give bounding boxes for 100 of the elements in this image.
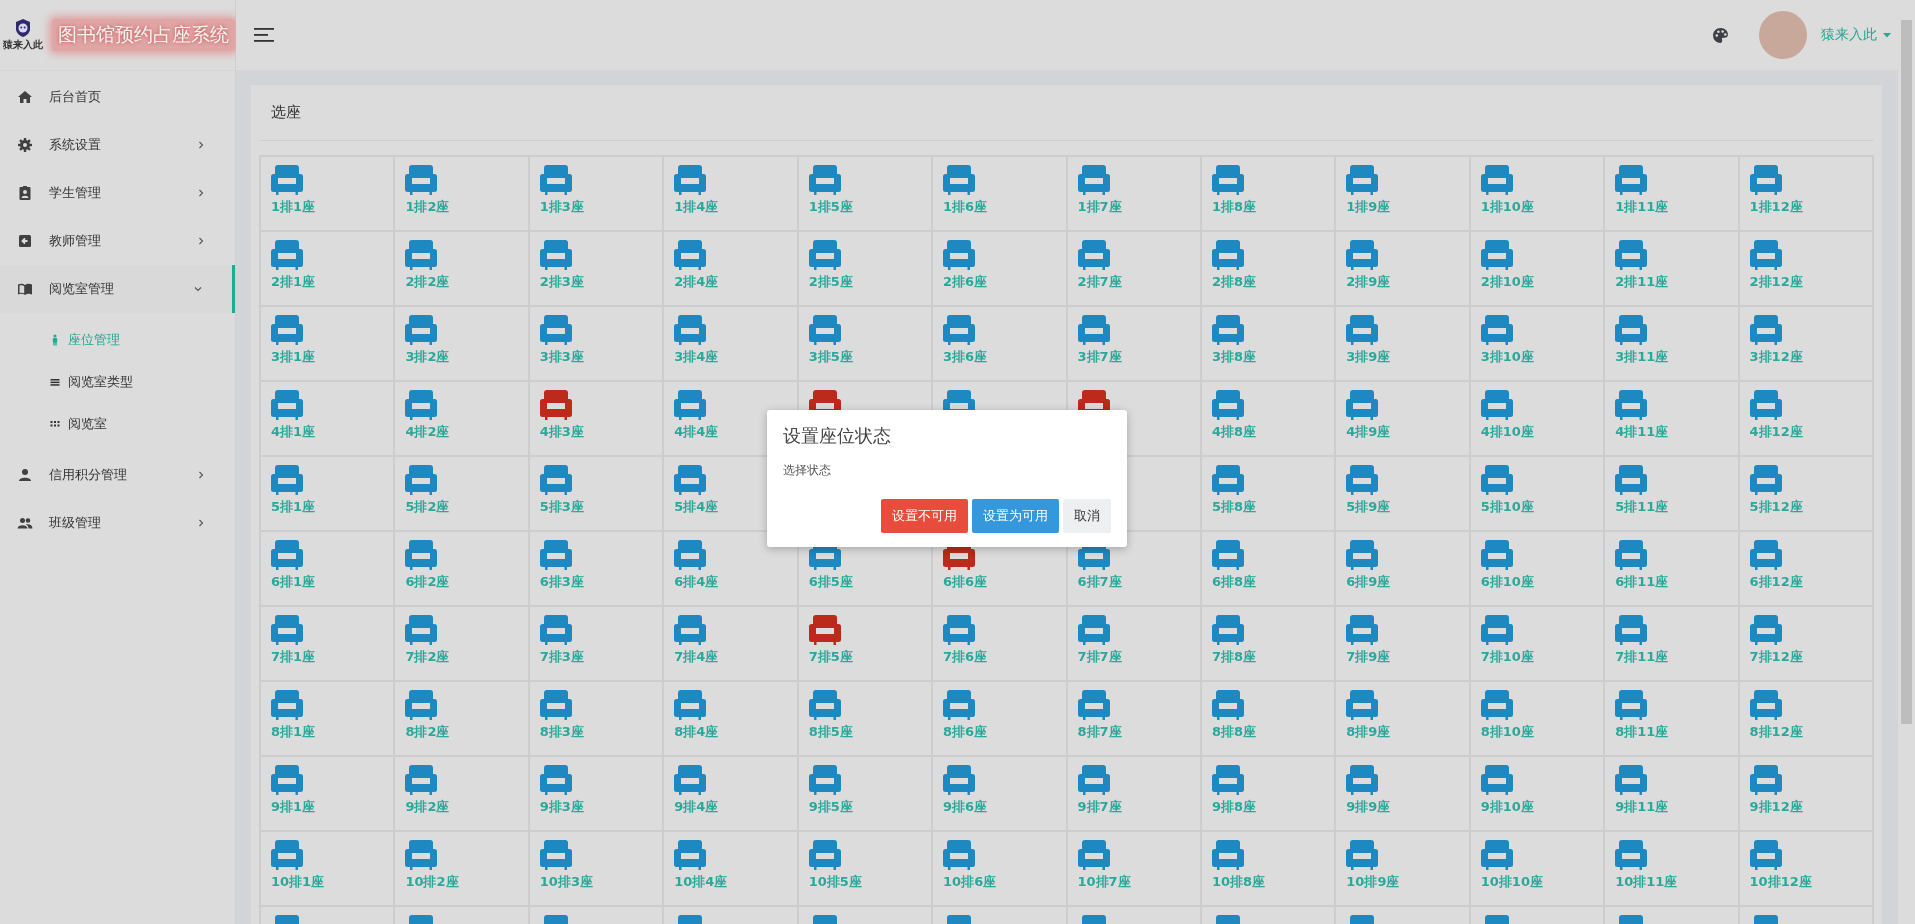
seat-cell[interactable]: 8排3座 [529,682,665,757]
seat-cell[interactable]: 1排5座 [798,157,934,232]
seat-cell[interactable]: 9排4座 [664,757,799,832]
seat-cell[interactable]: 2排3座 [529,232,665,307]
seat-cell[interactable]: 6排12座 [1739,532,1874,607]
seat-cell[interactable]: 2排12座 [1739,232,1874,307]
palette-icon[interactable] [1712,26,1729,44]
seat-cell[interactable]: 5排8座 [1201,457,1337,532]
seat-cell[interactable]: 4排8座 [1201,382,1337,457]
seat-cell[interactable]: 10排2座 [395,832,530,907]
seat-cell[interactable]: 3排3座 [529,307,665,382]
seat-cell[interactable]: 4排3座 [529,382,665,457]
danger-button[interactable]: 设置不可用 [881,499,968,533]
seat-cell[interactable]: 1排1座 [261,157,396,232]
seat-cell[interactable]: 9排10座 [1470,757,1606,832]
seat-cell[interactable]: 7排4座 [664,607,799,682]
menu-icon[interactable] [254,28,274,42]
seat-cell[interactable]: 3排1座 [261,307,396,382]
seat-cell[interactable]: 1排12座 [1739,157,1874,232]
seat-cell[interactable]: 5排10座 [1470,457,1606,532]
seat-cell[interactable]: 1排8座 [1201,157,1337,232]
cancel-button[interactable]: 取消 [1063,499,1111,533]
seat-cell[interactable]: 10排1座 [261,832,396,907]
seat-cell[interactable]: 1排7座 [1067,157,1202,232]
seat-cell[interactable]: 1排10座 [1470,157,1606,232]
seat-cell[interactable]: 5排1座 [261,457,396,532]
seat-cell[interactable]: 7排8座 [1201,607,1337,682]
seat-cell[interactable]: 10排5座 [798,832,934,907]
seat-cell[interactable]: 7排2座 [395,607,530,682]
seat-cell[interactable]: 3排10座 [1470,307,1606,382]
seat-cell[interactable]: 5排9座 [1336,457,1471,532]
seat-cell[interactable]: 5排3座 [529,457,665,532]
submenu-item[interactable]: 阅览室 [0,403,235,445]
user-menu[interactable]: 猿来入此 [1821,26,1891,44]
seat-cell[interactable]: 8排11座 [1605,682,1740,757]
seat-cell[interactable]: 10排10座 [1470,832,1606,907]
seat-cell[interactable]: 2排6座 [933,232,1068,307]
seat-cell[interactable]: 2排5座 [798,232,934,307]
seat-cell[interactable]: 7排5座 [798,607,934,682]
sidebar-item[interactable]: 信用积分管理 [0,451,235,499]
seat-cell[interactable]: 7排7座 [1067,607,1202,682]
seat-cell[interactable]: 1排9座 [1336,157,1471,232]
seat-cell[interactable]: 7排3座 [529,607,665,682]
seat-cell[interactable]: 1排4座 [664,157,799,232]
seat-cell[interactable]: 10排8座 [1201,832,1337,907]
avatar-placeholder[interactable] [1759,11,1807,59]
submenu-item[interactable]: 座位管理 [0,319,235,361]
seat-cell[interactable]: 7排12座 [1739,607,1874,682]
seat-cell[interactable]: 9排11座 [1605,757,1740,832]
seat-cell[interactable]: 2排10座 [1470,232,1606,307]
seat-cell[interactable]: 3排8座 [1201,307,1337,382]
seat-cell[interactable]: 3排2座 [395,307,530,382]
sidebar-item[interactable]: 教师管理 [0,217,235,265]
sidebar-item[interactable]: 班级管理 [0,499,235,547]
seat-cell[interactable]: 5排2座 [395,457,530,532]
seat-cell[interactable]: 2排8座 [1201,232,1337,307]
seat-cell[interactable]: 2排4座 [664,232,799,307]
seat-cell[interactable]: 8排12座 [1739,682,1874,757]
seat-cell[interactable]: 4排12座 [1739,382,1874,457]
seat-cell[interactable]: 2排11座 [1605,232,1740,307]
seat-cell[interactable]: 8排6座 [933,682,1068,757]
seat-cell[interactable]: 3排11座 [1605,307,1740,382]
primary-button[interactable]: 设置为可用 [972,499,1059,533]
seat-cell[interactable]: 7排10座 [1470,607,1606,682]
seat-cell[interactable]: 3排5座 [798,307,934,382]
seat-cell[interactable]: 7排11座 [1605,607,1740,682]
seat-cell[interactable]: 6排3座 [529,532,665,607]
seat-cell[interactable]: 1排6座 [933,157,1068,232]
seat-cell[interactable]: 9排6座 [933,757,1068,832]
seat-cell[interactable]: 9排3座 [529,757,665,832]
seat-cell[interactable]: 9排9座 [1336,757,1471,832]
seat-cell[interactable]: 4排2座 [395,382,530,457]
seat-cell[interactable]: 7排9座 [1336,607,1471,682]
seat-cell[interactable]: 7排6座 [933,607,1068,682]
seat-cell[interactable]: 6排2座 [395,532,530,607]
seat-cell[interactable]: 8排4座 [664,682,799,757]
seat-cell[interactable]: 8排2座 [395,682,530,757]
submenu-item[interactable]: 阅览室类型 [0,361,235,403]
seat-cell[interactable]: 5排12座 [1739,457,1874,532]
seat-cell[interactable]: 5排11座 [1605,457,1740,532]
seat-cell[interactable]: 6排8座 [1201,532,1337,607]
seat-cell[interactable]: 2排9座 [1336,232,1471,307]
seat-cell[interactable]: 7排1座 [261,607,396,682]
seat-cell[interactable]: 1排2座 [395,157,530,232]
seat-cell[interactable]: 2排1座 [261,232,396,307]
seat-cell[interactable]: 10排6座 [933,832,1068,907]
seat-cell[interactable]: 1排3座 [529,157,665,232]
seat-cell[interactable]: 8排1座 [261,682,396,757]
seat-cell[interactable]: 9排12座 [1739,757,1874,832]
seat-cell[interactable]: 9排5座 [798,757,934,832]
sidebar-item[interactable]: 后台首页 [0,73,235,121]
seat-cell[interactable]: 9排7座 [1067,757,1202,832]
seat-cell[interactable]: 8排8座 [1201,682,1337,757]
seat-cell[interactable]: 4排11座 [1605,382,1740,457]
seat-cell[interactable]: 8排5座 [798,682,934,757]
seat-cell[interactable]: 1排11座 [1605,157,1740,232]
seat-cell[interactable]: 10排9座 [1336,832,1471,907]
seat-cell[interactable]: 6排10座 [1470,532,1606,607]
seat-cell[interactable]: 4排10座 [1470,382,1606,457]
seat-cell[interactable]: 3排7座 [1067,307,1202,382]
